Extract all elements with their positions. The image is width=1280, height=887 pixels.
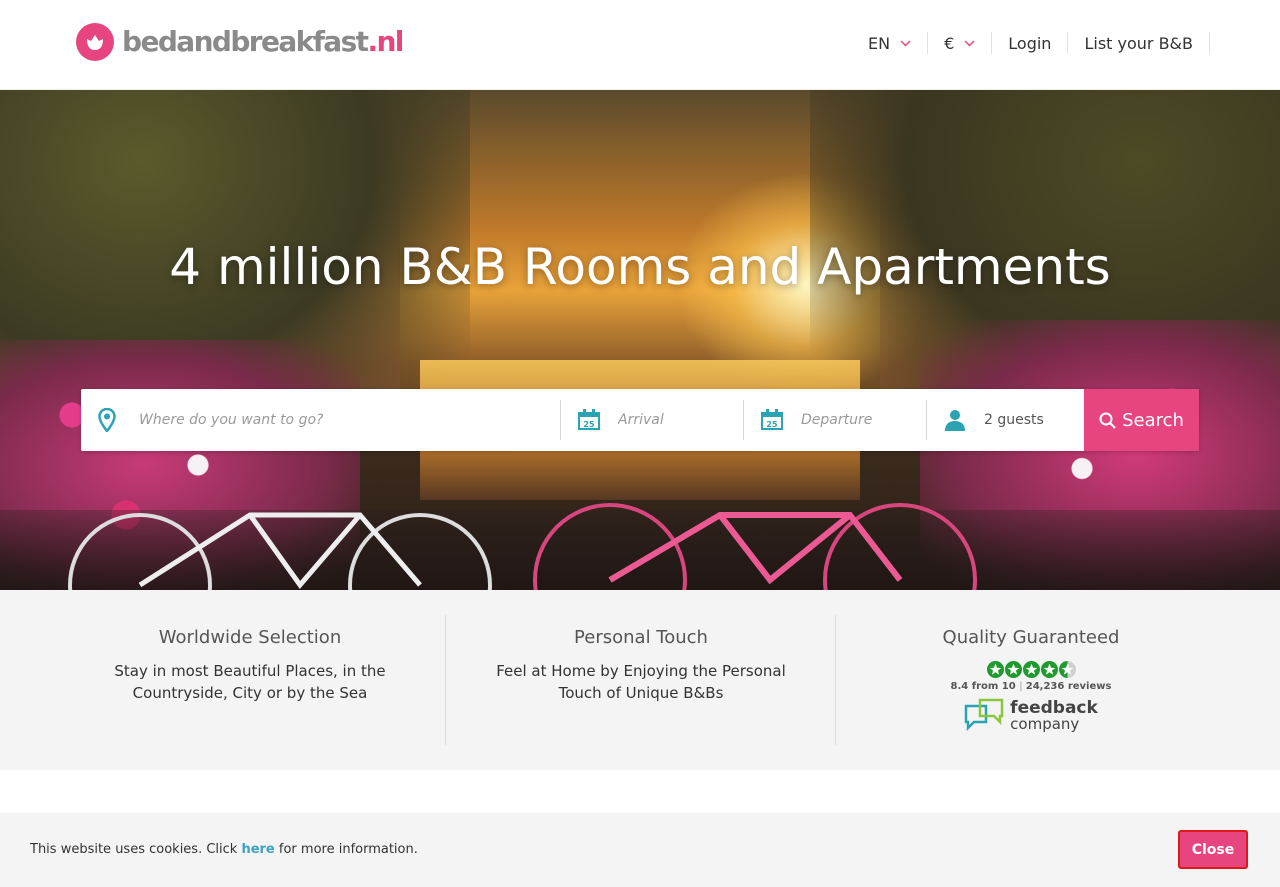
feedback-company-text: feedback company (1010, 698, 1098, 733)
list-your-bnb-link[interactable]: List your B&B (1068, 32, 1210, 54)
tulip-icon (76, 23, 114, 61)
svg-text:25: 25 (766, 420, 778, 429)
star-icon (986, 661, 1004, 678)
logo-suffix: .nl (367, 25, 404, 58)
currency-label: € (944, 33, 955, 53)
search-icon (1099, 412, 1116, 429)
feature-text: Stay in most Beautiful Places, in the Co… (114, 662, 386, 702)
chevron-down-icon (900, 39, 911, 47)
feature-personal-touch: Personal Touch Feel at Home by Enjoying … (445, 615, 836, 745)
currency-selector[interactable]: € (928, 32, 993, 54)
feature-quality-guaranteed: Quality Guaranteed 8.4 from 10 | 24,236 … (835, 615, 1226, 745)
rating-stars (836, 661, 1226, 678)
feature-title: Personal Touch (574, 627, 708, 648)
arrival-field: 25 (561, 400, 744, 440)
destination-field (81, 400, 561, 440)
feedback-line-1: feedback (1010, 698, 1098, 718)
rating-reviews: 24,236 reviews (1025, 681, 1112, 692)
cookie-close-button[interactable]: Close (1178, 830, 1248, 869)
top-nav: EN € Login List your B&B (852, 30, 1210, 56)
svg-text:25: 25 (583, 420, 595, 429)
arrival-input[interactable] (616, 411, 720, 429)
star-icon (1004, 661, 1022, 678)
language-selector[interactable]: EN (852, 32, 929, 54)
search-button[interactable]: Search (1084, 389, 1199, 451)
hero-title: 4 million B&B Rooms and Apartments (169, 238, 1111, 296)
login-link[interactable]: Login (992, 32, 1069, 54)
guests-value: 2 guests (984, 412, 1044, 428)
logo-prefix: bedandbreakfast (122, 25, 369, 58)
feature-text: Feel at Home by Enjoying the Personal To… (496, 662, 786, 702)
cookie-text-after: for more information. (274, 842, 418, 857)
hero-banner: 4 million B&B Rooms and Apartments 25 25… (0, 90, 1280, 590)
feature-worldwide-selection: Worldwide Selection Stay in most Beautif… (55, 615, 445, 745)
features-section: Worldwide Selection Stay in most Beautif… (0, 590, 1280, 770)
rating-summary: 8.4 from 10 | 24,236 reviews (950, 681, 1112, 692)
feature-title: Worldwide Selection (158, 627, 342, 648)
chat-bubbles-icon (964, 698, 1004, 732)
cookie-message: This website uses cookies. Click here fo… (30, 842, 418, 857)
departure-input[interactable] (799, 411, 903, 429)
site-header: bedandbreakfast.nl EN € Login List your … (0, 0, 1280, 90)
bicycle-image (533, 503, 977, 590)
logo-text: bedandbreakfast.nl (122, 23, 404, 61)
calendar-icon: 25 (577, 409, 601, 431)
feedback-line-2: company (1010, 715, 1080, 733)
feature-title: Quality Guaranteed (942, 627, 1120, 648)
cookie-info-link[interactable]: here (241, 842, 274, 857)
cookie-text-before: This website uses cookies. Click (30, 842, 242, 857)
feedback-company-logo[interactable]: feedback company (836, 698, 1226, 734)
user-icon (943, 409, 967, 431)
site-logo[interactable]: bedandbreakfast.nl (76, 23, 404, 61)
star-icon (1022, 661, 1040, 678)
language-label: EN (868, 33, 891, 53)
bicycle-image (68, 512, 492, 590)
half-star-icon (1058, 661, 1076, 678)
calendar-icon: 25 (760, 409, 784, 431)
search-bar: 25 25 2 guests Search (81, 389, 1199, 451)
destination-input[interactable] (137, 411, 521, 429)
departure-field: 25 (744, 400, 927, 440)
rating-score: 8.4 from 10 (950, 681, 1016, 692)
location-pin-icon (95, 408, 119, 432)
chevron-down-icon (964, 39, 975, 47)
search-button-label: Search (1122, 409, 1184, 431)
star-icon (1040, 661, 1058, 678)
cookie-banner: This website uses cookies. Click here fo… (0, 813, 1280, 887)
